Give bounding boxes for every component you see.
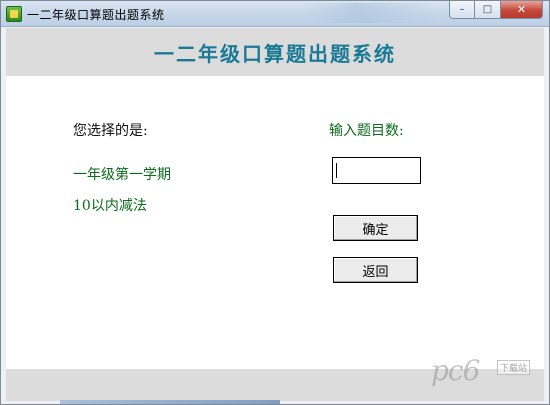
window-title: 一二年级口算题出题系统 (27, 8, 165, 22)
maximize-button[interactable]: □ (475, 1, 501, 19)
header-band: 一二年级口算题出题系统 (6, 28, 544, 76)
text-caret (336, 163, 337, 178)
selection-label: 您选择的是: (73, 123, 148, 139)
watermark-logo: pc6 下载站 (431, 354, 546, 394)
confirm-button[interactable]: 确定 (333, 215, 418, 241)
close-button[interactable]: ✕ (501, 1, 543, 19)
watermark-subtext: 下载站 (497, 360, 531, 375)
page-title: 一二年级口算题出题系统 (154, 41, 396, 66)
app-icon (6, 6, 22, 22)
back-button[interactable]: 返回 (333, 257, 418, 283)
question-count-input[interactable] (332, 157, 421, 184)
selected-topic: 10以内减法 (73, 198, 147, 214)
minimize-button[interactable]: – (449, 1, 475, 19)
caption-buttons: – □ ✕ (449, 1, 543, 19)
selected-grade: 一年级第一学期 (73, 167, 171, 183)
main-panel: 您选择的是: 一年级第一学期 10以内减法 输入题目数: 确定 返回 (6, 76, 544, 369)
close-icon: ✕ (516, 3, 527, 16)
title-bar[interactable]: 一二年级口算题出题系统 – □ ✕ (1, 1, 549, 27)
minimize-icon: – (459, 4, 465, 15)
maximize-icon: □ (482, 4, 493, 15)
question-count-label: 输入题目数: (329, 123, 404, 139)
taskbar-edge (60, 400, 280, 404)
watermark-text: pc6 (431, 354, 480, 387)
background-blur (301, 3, 441, 23)
app-window: 一二年级口算题出题系统 – □ ✕ 一二年级口算题出题系统 您选择的是: 一年级… (0, 0, 550, 405)
